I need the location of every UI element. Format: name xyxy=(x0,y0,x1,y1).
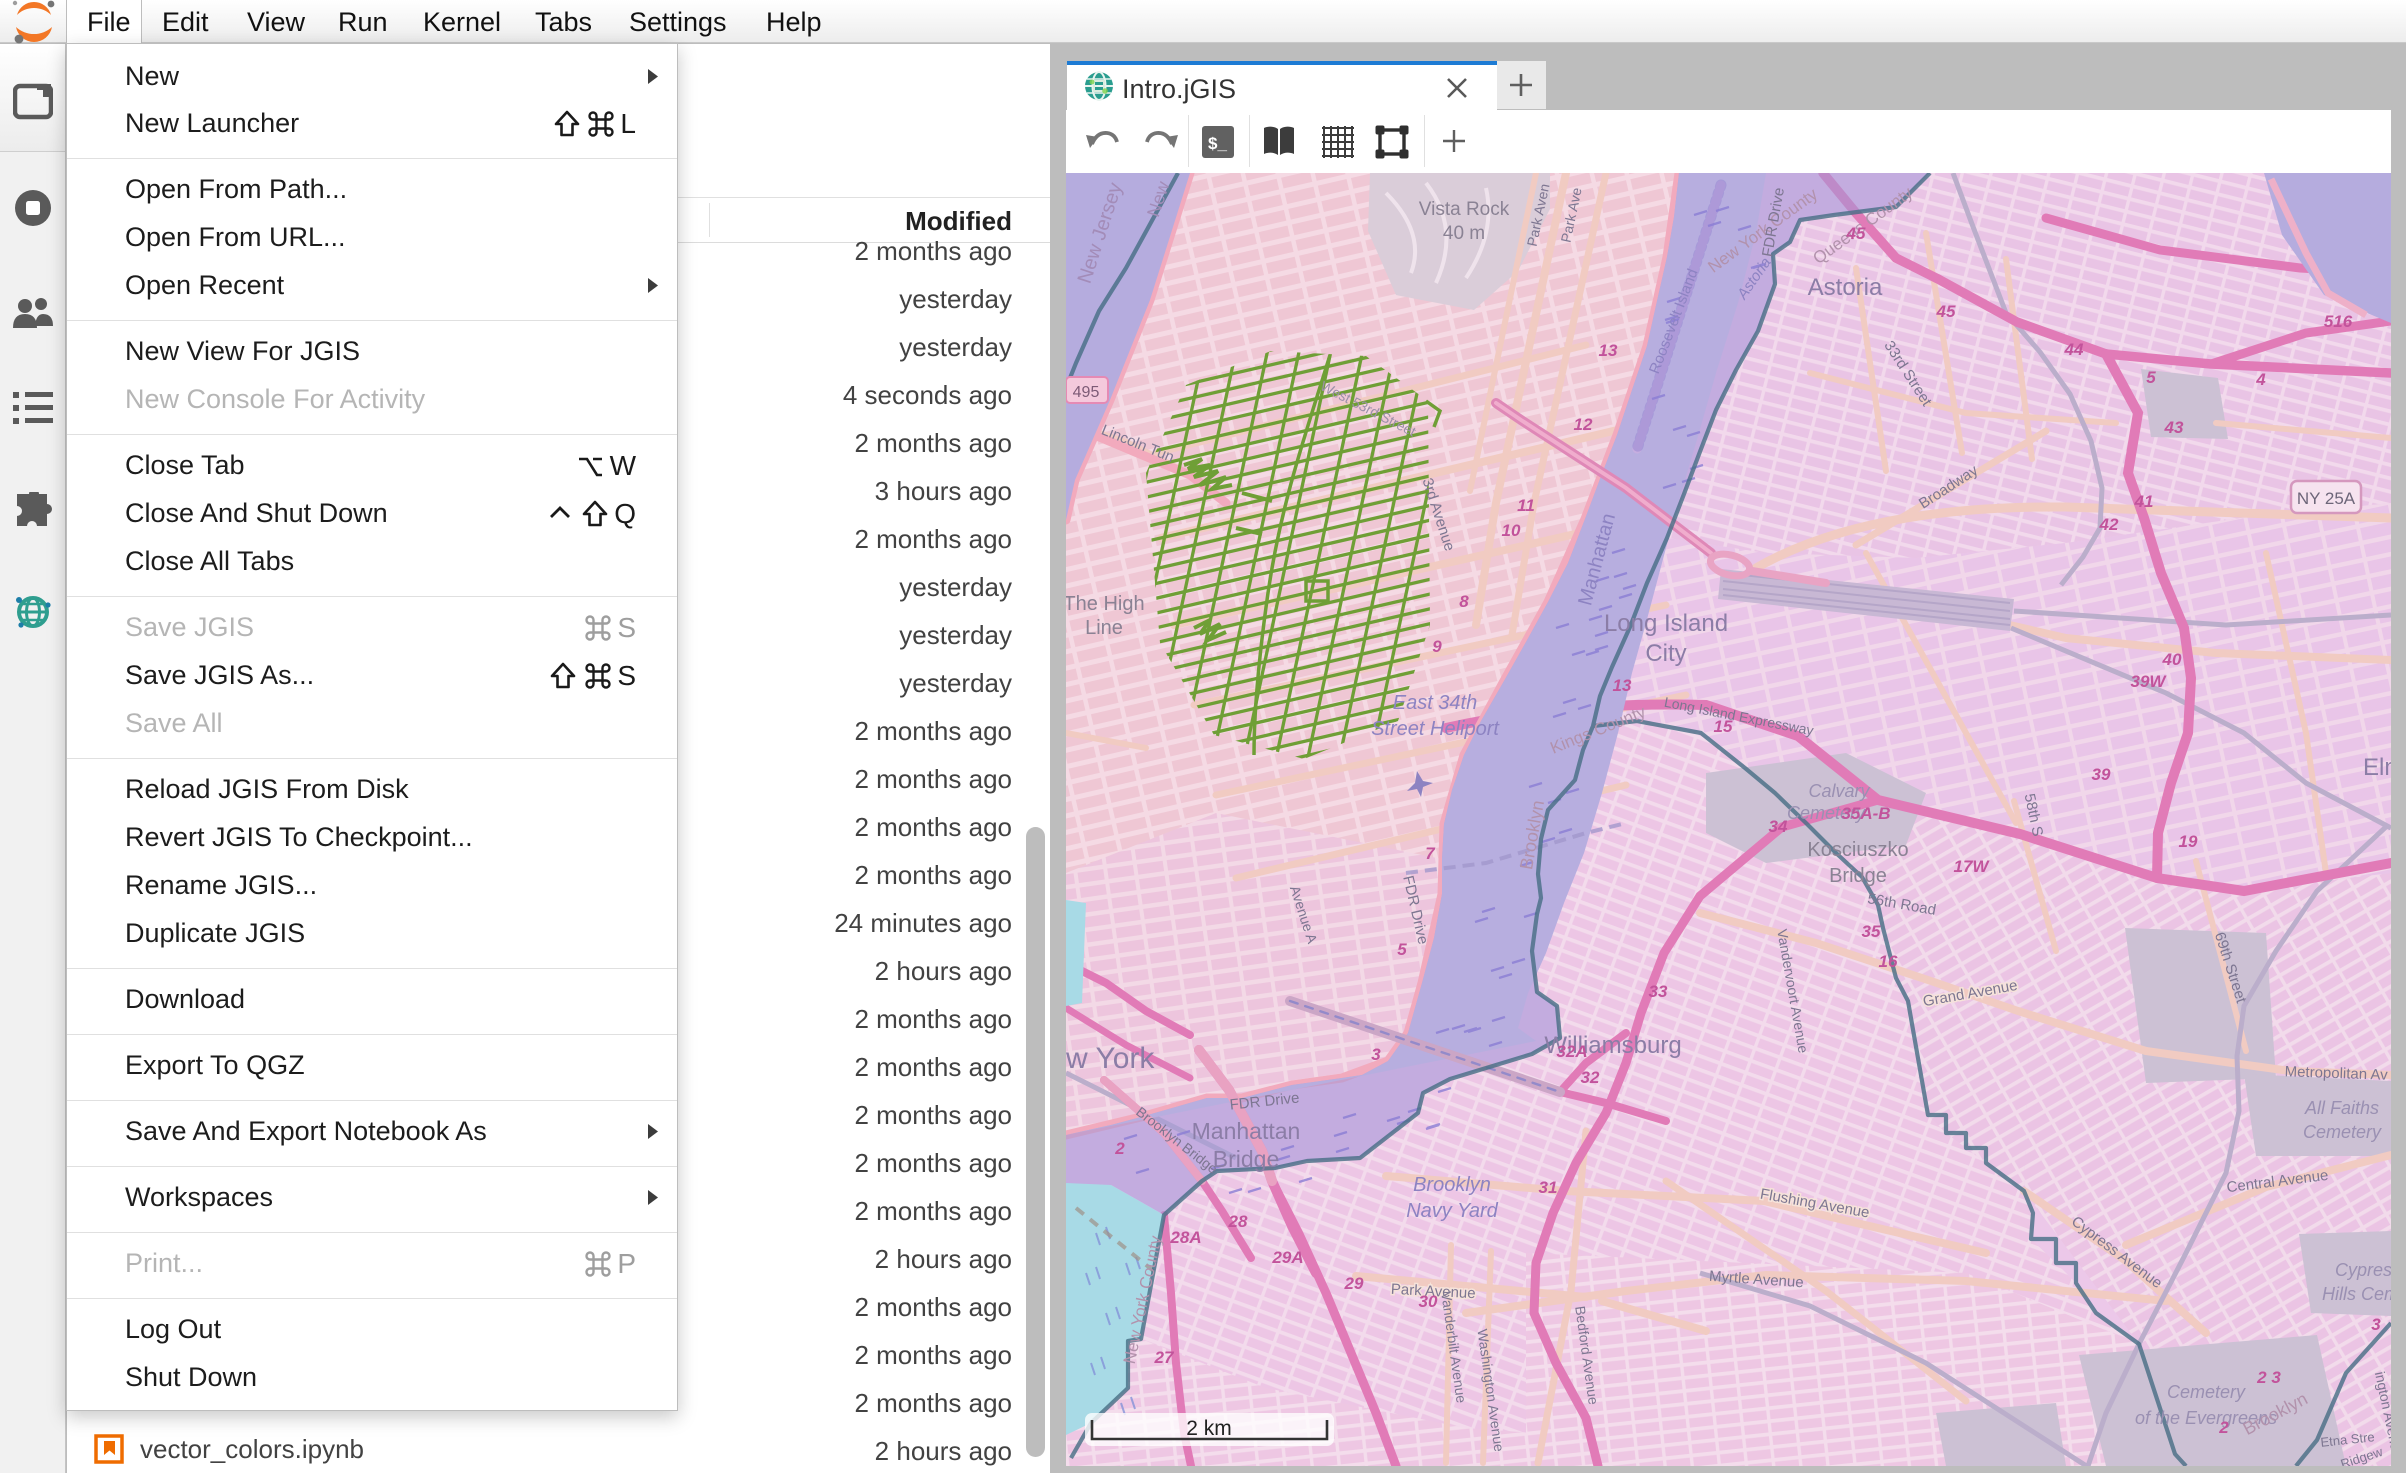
svg-text:Brooklyn: Brooklyn xyxy=(1413,1174,1491,1196)
svg-text:40: 40 xyxy=(2162,650,2182,669)
svg-text:3: 3 xyxy=(1371,1045,1381,1064)
svg-text:39: 39 xyxy=(2092,765,2111,784)
svg-text:40 m: 40 m xyxy=(1443,223,1485,244)
svg-text:35A-B: 35A-B xyxy=(1841,804,1890,823)
svg-text:10: 10 xyxy=(1502,521,1521,540)
svg-text:5: 5 xyxy=(2146,368,2156,387)
svg-text:8: 8 xyxy=(1459,592,1469,611)
svg-text:45: 45 xyxy=(1846,224,1866,243)
svg-text:East 34th: East 34th xyxy=(1393,692,1478,714)
svg-text:28: 28 xyxy=(1228,1212,1248,1231)
svg-text:Elmhurst: Elmhurst xyxy=(2363,754,2391,781)
svg-text:Street Heliport: Street Heliport xyxy=(1371,718,1500,740)
svg-text:Bridge: Bridge xyxy=(1829,865,1887,887)
svg-text:2: 2 xyxy=(2218,1418,2229,1437)
svg-text:15: 15 xyxy=(1714,717,1733,736)
svg-text:13: 13 xyxy=(1599,341,1618,360)
svg-text:2: 2 xyxy=(1114,1139,1125,1158)
svg-text:2 3: 2 3 xyxy=(2256,1368,2281,1387)
svg-text:43: 43 xyxy=(2164,418,2184,437)
svg-text:27: 27 xyxy=(1154,1348,1175,1367)
svg-text:Hills Cemet: Hills Cemet xyxy=(2322,1284,2391,1304)
svg-text:Calvary: Calvary xyxy=(1808,781,1870,801)
svg-text:12: 12 xyxy=(1574,415,1593,434)
svg-text:16: 16 xyxy=(1879,952,1898,971)
svg-text:29: 29 xyxy=(1344,1274,1364,1293)
svg-text:28A: 28A xyxy=(1169,1228,1201,1247)
svg-text:32A: 32A xyxy=(1556,1042,1587,1061)
svg-text:41: 41 xyxy=(2134,492,2154,511)
svg-text:32: 32 xyxy=(1581,1068,1600,1087)
svg-text:35: 35 xyxy=(1862,922,1881,941)
svg-text:Astoria: Astoria xyxy=(1808,274,1883,301)
svg-text:39W: 39W xyxy=(2131,672,2168,691)
svg-text:30: 30 xyxy=(1419,1292,1438,1311)
svg-text:7: 7 xyxy=(1425,844,1436,863)
svg-text:29A: 29A xyxy=(1271,1248,1303,1267)
svg-text:19: 19 xyxy=(2179,832,2198,851)
svg-text:Metropolitan Av: Metropolitan Av xyxy=(2284,1063,2388,1084)
svg-text:2 km: 2 km xyxy=(1186,1417,1232,1440)
svg-text:17W: 17W xyxy=(1954,857,1991,876)
svg-text:33: 33 xyxy=(1649,982,1668,1001)
svg-text:495: 495 xyxy=(1073,384,1100,401)
svg-text:Cemetery: Cemetery xyxy=(2303,1122,2382,1142)
svg-text:Manhattan: Manhattan xyxy=(1192,1118,1301,1144)
svg-text:44: 44 xyxy=(2064,340,2084,359)
svg-text:5: 5 xyxy=(1397,940,1407,959)
svg-text:42: 42 xyxy=(2099,515,2119,534)
svg-text:9: 9 xyxy=(1432,637,1442,656)
svg-text:Bridge: Bridge xyxy=(1213,1146,1279,1172)
svg-text:31: 31 xyxy=(1539,1178,1558,1197)
svg-text:w York: w York xyxy=(1066,1042,1155,1075)
svg-text:Cypress: Cypress xyxy=(2335,1260,2391,1280)
svg-text:3: 3 xyxy=(2371,1315,2381,1334)
svg-text:34: 34 xyxy=(1769,817,1788,836)
svg-text:4: 4 xyxy=(2255,370,2266,389)
svg-text:$_: $_ xyxy=(1208,134,1227,153)
svg-text:516: 516 xyxy=(2324,312,2353,331)
svg-text:Navy Yard: Navy Yard xyxy=(1406,1200,1498,1222)
svg-text:13: 13 xyxy=(1613,676,1632,695)
svg-text:45: 45 xyxy=(1936,302,1956,321)
svg-text:Long Island: Long Island xyxy=(1604,610,1728,637)
svg-text:11: 11 xyxy=(1517,496,1535,515)
svg-text:Cemetery: Cemetery xyxy=(2167,1382,2246,1402)
svg-text:Kosciuszko: Kosciuszko xyxy=(1807,839,1908,861)
svg-text:Line: Line xyxy=(1085,617,1123,639)
svg-text:City: City xyxy=(1645,640,1686,667)
svg-text:All Faiths: All Faiths xyxy=(2304,1098,2379,1118)
svg-text:NY 25A: NY 25A xyxy=(2297,489,2356,508)
svg-text:The High: The High xyxy=(1066,593,1145,615)
svg-text:Vista Rock: Vista Rock xyxy=(1419,199,1510,220)
